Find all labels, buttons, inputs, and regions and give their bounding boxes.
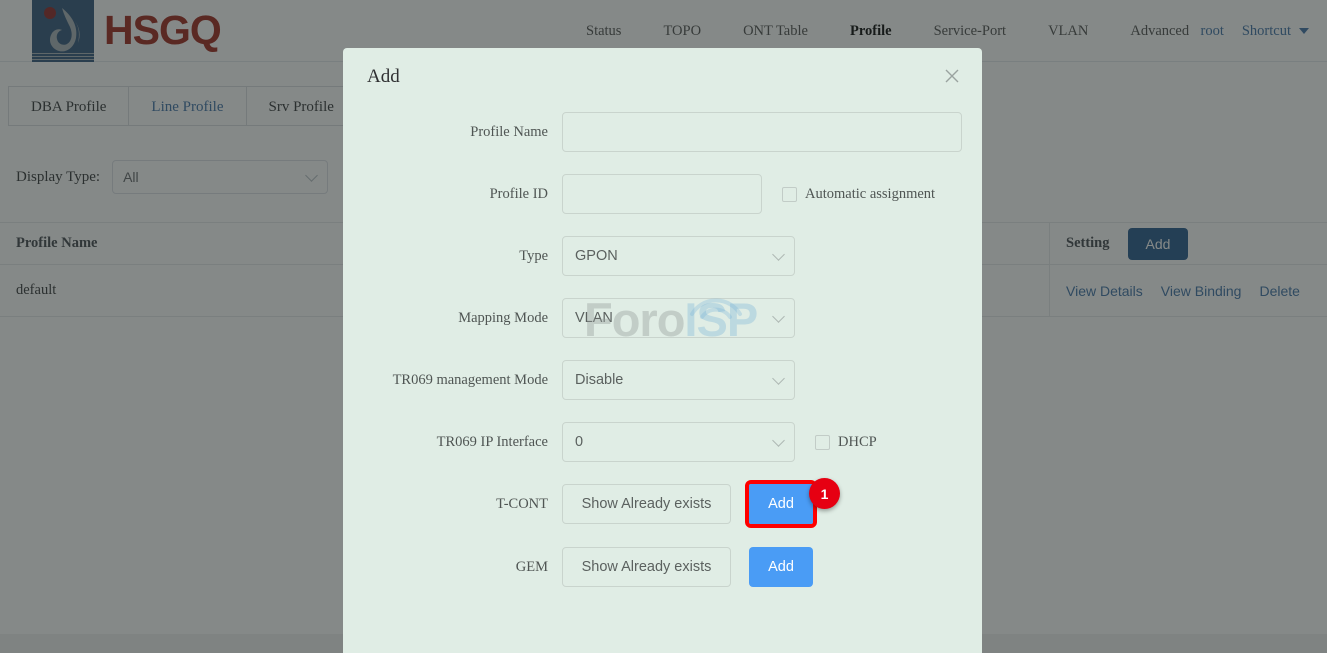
profile-name-label: Profile Name [470, 123, 548, 140]
close-glyph [945, 69, 959, 83]
chevron-down-icon [772, 434, 785, 447]
gem-show-existing-button[interactable]: Show Already exists [562, 547, 731, 587]
type-value: GPON [575, 248, 618, 264]
chevron-down-icon [772, 248, 785, 261]
annotation-badge-1: 1 [809, 478, 840, 509]
tcont-label: T-CONT [496, 495, 548, 512]
tr069-ip-value: 0 [575, 434, 584, 450]
field-row-gem: GEM Show Already exists Add [343, 547, 982, 587]
page-root: HSGQ Status TOPO ONT Table Profile Servi… [0, 0, 1327, 653]
dialog-body: Profile Name Profile ID Automatic assign… [343, 106, 982, 587]
dhcp-label: DHCP [838, 433, 877, 450]
automatic-assignment-label: Automatic assignment [805, 185, 936, 202]
field-row-tr069-ip: TR069 IP Interface 0 DHCP [343, 422, 982, 462]
field-row-profile-id: Profile ID Automatic assignment [343, 174, 982, 214]
dhcp-group[interactable]: DHCP [815, 434, 877, 451]
profile-id-input[interactable] [562, 174, 762, 214]
tr069-mode-select[interactable]: Disable [562, 360, 795, 400]
dialog-header: Add [343, 48, 982, 106]
add-line-profile-dialog: Add Profile Name Profile ID Automatic as… [343, 48, 982, 653]
profile-name-input[interactable] [562, 112, 962, 152]
close-icon[interactable] [942, 66, 962, 86]
tcont-show-existing-button[interactable]: Show Already exists [562, 484, 731, 524]
tr069-mode-label: TR069 management Mode [392, 371, 548, 388]
dhcp-checkbox[interactable] [815, 434, 830, 450]
field-row-tr069-mode: TR069 management Mode Disable [343, 360, 982, 400]
tr069-ip-label: TR069 IP Interface [436, 433, 548, 450]
mapping-mode-value: VLAN [575, 310, 613, 326]
type-label: Type [519, 247, 548, 264]
type-select[interactable]: GPON [562, 236, 795, 276]
tr069-mode-value: Disable [575, 372, 624, 388]
automatic-assignment-group[interactable]: Automatic assignment [782, 186, 935, 203]
mapping-mode-select[interactable]: VLAN [562, 298, 795, 338]
mapping-mode-label: Mapping Mode [458, 309, 548, 326]
gem-add-button[interactable]: Add [749, 547, 813, 587]
chevron-down-icon [772, 310, 785, 323]
gem-label: GEM [515, 558, 548, 575]
field-row-profile-name: Profile Name [343, 112, 982, 152]
tcont-add-button[interactable]: Add [745, 480, 817, 528]
dialog-title: Add [367, 66, 400, 87]
profile-id-label: Profile ID [489, 185, 548, 202]
field-row-mapping-mode: Mapping Mode VLAN [343, 298, 982, 338]
chevron-down-icon [772, 372, 785, 385]
tr069-ip-select[interactable]: 0 [562, 422, 795, 462]
field-row-type: Type GPON [343, 236, 982, 276]
automatic-assignment-checkbox[interactable] [782, 186, 797, 202]
field-row-tcont: T-CONT Show Already exists Add [343, 480, 982, 528]
